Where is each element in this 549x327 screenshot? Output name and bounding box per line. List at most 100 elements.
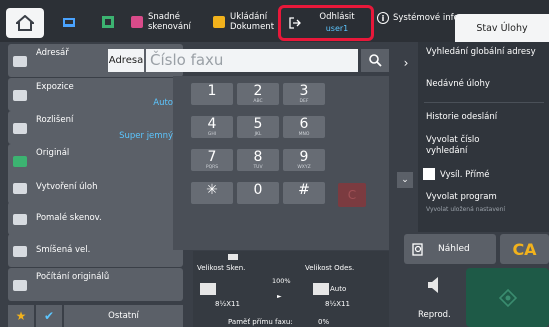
clear-key[interactable]: C <box>338 183 366 207</box>
keypad-key[interactable]: 8 TUV <box>237 149 279 171</box>
keypad-key[interactable]: ✳ <box>191 182 233 204</box>
action-panel: Vyhledání globální adresy Nedávné úlohy … <box>418 42 549 232</box>
favorite-button[interactable]: ★ <box>8 305 34 327</box>
mixed-size-icon <box>13 246 27 257</box>
star-icon: ★ <box>15 309 27 323</box>
scroll-down-button[interactable]: ⌄ <box>397 172 413 188</box>
global-address-search[interactable]: Vyhledání globální adresy <box>426 47 536 58</box>
others-button[interactable]: Ostatní <box>64 305 183 327</box>
chevron-right-icon: › <box>403 56 409 70</box>
key-label: 4 <box>207 116 217 132</box>
original-count-icon <box>13 280 27 291</box>
original-label: Originál <box>36 148 70 158</box>
scan-paper-size: 8½X11 <box>215 300 240 308</box>
preview-button[interactable]: Náhled <box>404 234 496 264</box>
job-status-button[interactable]: Stav Úlohy <box>455 14 549 42</box>
key-letters: DEF <box>299 99 309 104</box>
send-history[interactable]: Historie odeslání <box>426 112 497 123</box>
scan-size-label: Velikost Sken. <box>197 264 246 272</box>
keypad-key[interactable]: 4 GHI <box>191 116 233 138</box>
key-letters: WXYZ <box>297 165 311 170</box>
speaker-button[interactable]: Reprod. <box>408 268 460 322</box>
address-book-icon <box>13 56 27 67</box>
document-storage-icon <box>213 16 225 28</box>
keypad-key[interactable]: 2 ABC <box>237 83 279 105</box>
memory-label: Paměť přímu faxu: <box>228 318 293 326</box>
keypad-key[interactable]: 7 PQRS <box>191 149 233 171</box>
exposure-icon <box>13 90 27 101</box>
search-icon <box>368 54 382 67</box>
scan-info-panel <box>193 251 389 327</box>
exposure-button[interactable]: Expozice Auto <box>8 78 183 111</box>
easy-scan-label: Snadné skenování <box>148 12 191 32</box>
key-label: # <box>298 182 310 198</box>
job-build-label: Vytvoření úloh <box>36 182 98 192</box>
exposure-label: Expozice <box>36 82 74 92</box>
send-paper-size: 8½X11 <box>325 300 350 308</box>
fax-mode-icon[interactable] <box>56 11 82 33</box>
keypad-key[interactable]: 0 <box>237 182 279 204</box>
resolution-value: Super jemný <box>119 131 173 141</box>
key-label: 5 <box>253 116 263 132</box>
recent-jobs[interactable]: Nedávné úlohy <box>426 79 490 90</box>
resolution-button[interactable]: Rozlišení Super jemný <box>8 111 183 144</box>
check-button[interactable]: ✔ <box>36 305 62 327</box>
address-button[interactable]: Adresa <box>108 49 144 72</box>
search-button[interactable] <box>361 49 389 72</box>
preview-label: Náhled <box>438 244 470 254</box>
keypad-key[interactable]: 6 MNO <box>283 116 325 138</box>
home-button[interactable] <box>6 8 44 38</box>
key-label: 9 <box>299 149 309 165</box>
speaker-label: Reprod. <box>418 310 451 320</box>
send-size-value: Auto <box>330 285 347 293</box>
key-label: 1 <box>207 83 217 99</box>
panel-toggle-button[interactable]: › <box>397 47 415 79</box>
original-count-button[interactable]: Počítání originálů <box>8 268 183 301</box>
keypad-key[interactable]: # <box>283 182 325 204</box>
logout-label: Odhlásit <box>319 12 355 22</box>
start-button[interactable] <box>466 268 549 327</box>
checkmark-icon: ✔ <box>43 309 55 323</box>
logout-icon <box>289 17 301 29</box>
start-icon <box>498 288 517 307</box>
chevron-down-icon: ⌄ <box>401 175 409 185</box>
system-info-button[interactable]: i Systémové info. <box>377 12 461 24</box>
saved-docs-shortcut[interactable]: Ukládání Dokument <box>213 6 277 38</box>
key-label: ✳ <box>206 182 218 198</box>
slow-scan-label: Pomalé skenov. <box>36 213 102 223</box>
speaker-icon <box>428 277 438 293</box>
memory-value: 0% <box>318 318 330 326</box>
keypad-key[interactable]: 3 DEF <box>283 83 325 105</box>
recall-search-number[interactable]: Vyvolat číslo vyhledání <box>426 135 516 156</box>
send-size-label: Velikost Odes. <box>305 264 355 272</box>
logout-button[interactable]: Odhlásit user1 <box>278 5 374 41</box>
scan-paper-icon <box>200 283 216 295</box>
direct-send-checkbox[interactable] <box>423 168 435 180</box>
recall-program[interactable]: Vyvolat program <box>426 192 497 203</box>
mixed-size-label: Smíšená vel. <box>36 245 91 255</box>
key-letters: GHI <box>207 132 217 137</box>
key-letters: ABC <box>253 99 263 104</box>
scan-mode-icon[interactable] <box>95 11 121 33</box>
clear-all-button[interactable]: CA <box>500 234 549 264</box>
key-label: 3 <box>299 83 309 99</box>
key-label: 2 <box>253 83 263 99</box>
easy-scan-icon <box>131 16 143 28</box>
slow-scan-button[interactable]: Pomalé skenov. <box>8 202 183 235</box>
key-label: 8 <box>253 149 263 165</box>
address-book-label: Adresář <box>36 48 69 58</box>
key-letters: JKL <box>254 132 262 137</box>
keypad-key[interactable]: 5 JKL <box>237 116 279 138</box>
key-label: 6 <box>299 116 309 132</box>
key-letters: MNO <box>298 132 310 137</box>
fax-number-input[interactable]: Číslo faxu <box>146 49 358 72</box>
direct-send-label: Vysíl. Přímé <box>440 170 490 180</box>
original-count-label: Počítání originálů <box>36 272 110 282</box>
keypad-key[interactable]: 9 WXYZ <box>283 149 325 171</box>
original-icon <box>13 156 27 167</box>
mixed-size-button[interactable]: Smíšená vel. <box>8 234 183 267</box>
keypad-key[interactable]: 1 <box>191 83 233 105</box>
easy-scan-shortcut[interactable]: Snadné skenování <box>131 6 199 38</box>
job-build-button[interactable]: Vytvoření úloh <box>8 171 183 204</box>
ratio: 100% <box>272 277 291 285</box>
